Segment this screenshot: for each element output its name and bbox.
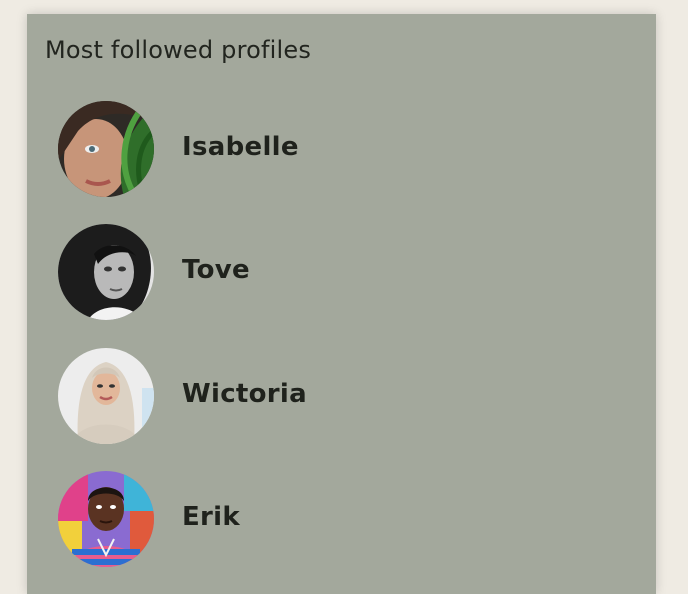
portrait-woman-leaf-icon	[58, 101, 154, 197]
portrait-man-colorful-wall-icon	[58, 471, 154, 567]
most-followed-card: Most followed profiles Isabelle Tove Wic…	[27, 14, 656, 594]
profile-name[interactable]: Wictoria	[182, 379, 307, 409]
portrait-woman-hijab-icon	[58, 348, 154, 444]
profile-name[interactable]: Isabelle	[182, 132, 299, 162]
avatar-wictoria[interactable]	[58, 348, 154, 444]
profile-item-erik[interactable]: Erik	[58, 471, 618, 567]
profile-name[interactable]: Tove	[182, 255, 250, 285]
profile-item-wictoria[interactable]: Wictoria	[58, 348, 618, 444]
portrait-woman-curly-hair-icon	[58, 224, 154, 320]
avatar-erik[interactable]	[58, 471, 154, 567]
profile-list: Isabelle Tove Wictoria Erik	[27, 14, 656, 594]
profile-name[interactable]: Erik	[182, 502, 240, 532]
profile-item-isabelle[interactable]: Isabelle	[58, 101, 618, 197]
avatar-tove[interactable]	[58, 224, 154, 320]
profile-item-tove[interactable]: Tove	[58, 224, 618, 320]
avatar-isabelle[interactable]	[58, 101, 154, 197]
